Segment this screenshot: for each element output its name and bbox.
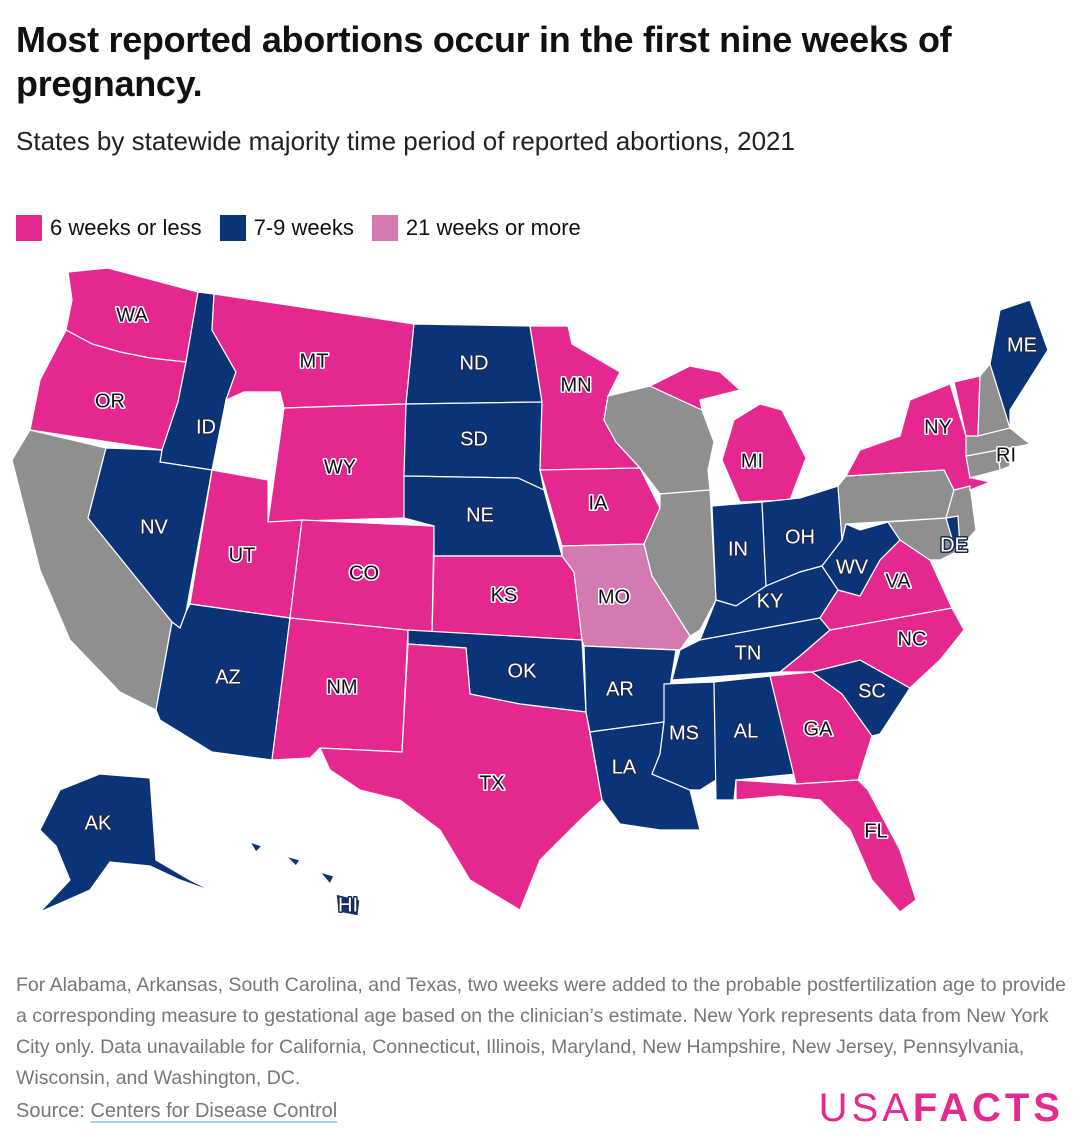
source-line: Source: Centers for Disease Control — [16, 1100, 337, 1123]
legend-label: 7-9 weeks — [253, 215, 354, 240]
state-label-UT: UT — [229, 544, 256, 566]
state-label-SC: SC — [858, 680, 886, 702]
state-label-OH: OH — [785, 526, 815, 548]
logo-facts: FACTS — [912, 1086, 1064, 1130]
legend: 6 weeks or less 7-9 weeks 21 weeks or mo… — [16, 212, 581, 244]
state-label-MI: MI — [741, 450, 763, 472]
state-label-SD: SD — [460, 428, 488, 450]
logo-usa: USA — [818, 1086, 913, 1130]
legend-swatch — [371, 215, 398, 241]
state-label-VA: VA — [885, 570, 911, 592]
state-label-MO: MO — [598, 586, 630, 608]
state-AK[interactable] — [39, 773, 215, 913]
state-label-NE: NE — [466, 504, 494, 526]
state-label-LA: LA — [612, 756, 637, 778]
usafacts-logo: USAFACTS — [819, 1086, 1064, 1131]
state-label-WV: WV — [836, 556, 869, 578]
state-label-KS: KS — [491, 584, 518, 606]
state-label-MS: MS — [669, 722, 699, 744]
legend-label: 6 weeks or less — [50, 215, 202, 240]
state-label-WA: WA — [116, 304, 148, 326]
legend-swatch — [219, 215, 246, 241]
legend-item-21-weeks-or-more: 21 weeks or more — [371, 215, 581, 241]
chart-subtitle: States by statewide majority time period… — [16, 126, 795, 156]
state-label-TX: TX — [479, 772, 505, 794]
state-label-ND: ND — [460, 352, 489, 374]
state-label-AZ: AZ — [215, 666, 241, 688]
legend-item-7-9-weeks: 7-9 weeks — [219, 215, 354, 241]
state-label-IN: IN — [728, 538, 748, 560]
us-states-map: WA OR ID NV MT WY UT AZ CO NM ND SD NE K… — [11, 267, 1049, 918]
state-label-OR: OR — [95, 390, 125, 412]
state-label-NM: NM — [326, 676, 357, 698]
source-prefix: Source: — [16, 1100, 91, 1122]
state-label-AK: AK — [85, 812, 112, 834]
state-label-WY: WY — [324, 456, 356, 478]
state-label-FL: FL — [864, 820, 887, 842]
state-label-NV: NV — [140, 516, 168, 538]
state-label-TN: TN — [735, 642, 762, 664]
state-label-OK: OK — [508, 660, 538, 682]
footnote: For Alabama, Arkansas, South Carolina, a… — [16, 974, 1067, 1089]
state-label-HI: HI — [338, 894, 358, 916]
state-label-NY: NY — [924, 416, 952, 438]
chart-title: Most reported abortions occur in the fir… — [16, 19, 952, 104]
source-link[interactable]: Centers for Disease Control — [90, 1100, 337, 1122]
state-label-DE: DE — [940, 534, 968, 556]
state-label-NC: NC — [898, 628, 927, 650]
state-label-MT: MT — [300, 350, 329, 372]
legend-label: 21 weeks or more — [405, 215, 581, 240]
state-label-ID: ID — [196, 416, 216, 438]
state-label-IA: IA — [589, 492, 609, 514]
state-label-KY: KY — [757, 590, 784, 612]
state-label-GA: GA — [804, 718, 834, 740]
state-label-ME: ME — [1007, 334, 1037, 356]
state-label-MN: MN — [560, 374, 591, 396]
state-label-AL: AL — [734, 720, 758, 742]
legend-swatch — [16, 215, 42, 241]
state-FL[interactable] — [735, 779, 917, 913]
state-label-AR: AR — [606, 678, 634, 700]
state-label-RI: RI — [996, 444, 1016, 466]
state-label-CO: CO — [349, 562, 379, 584]
legend-item-6-weeks-or-less: 6 weeks or less — [16, 215, 202, 241]
